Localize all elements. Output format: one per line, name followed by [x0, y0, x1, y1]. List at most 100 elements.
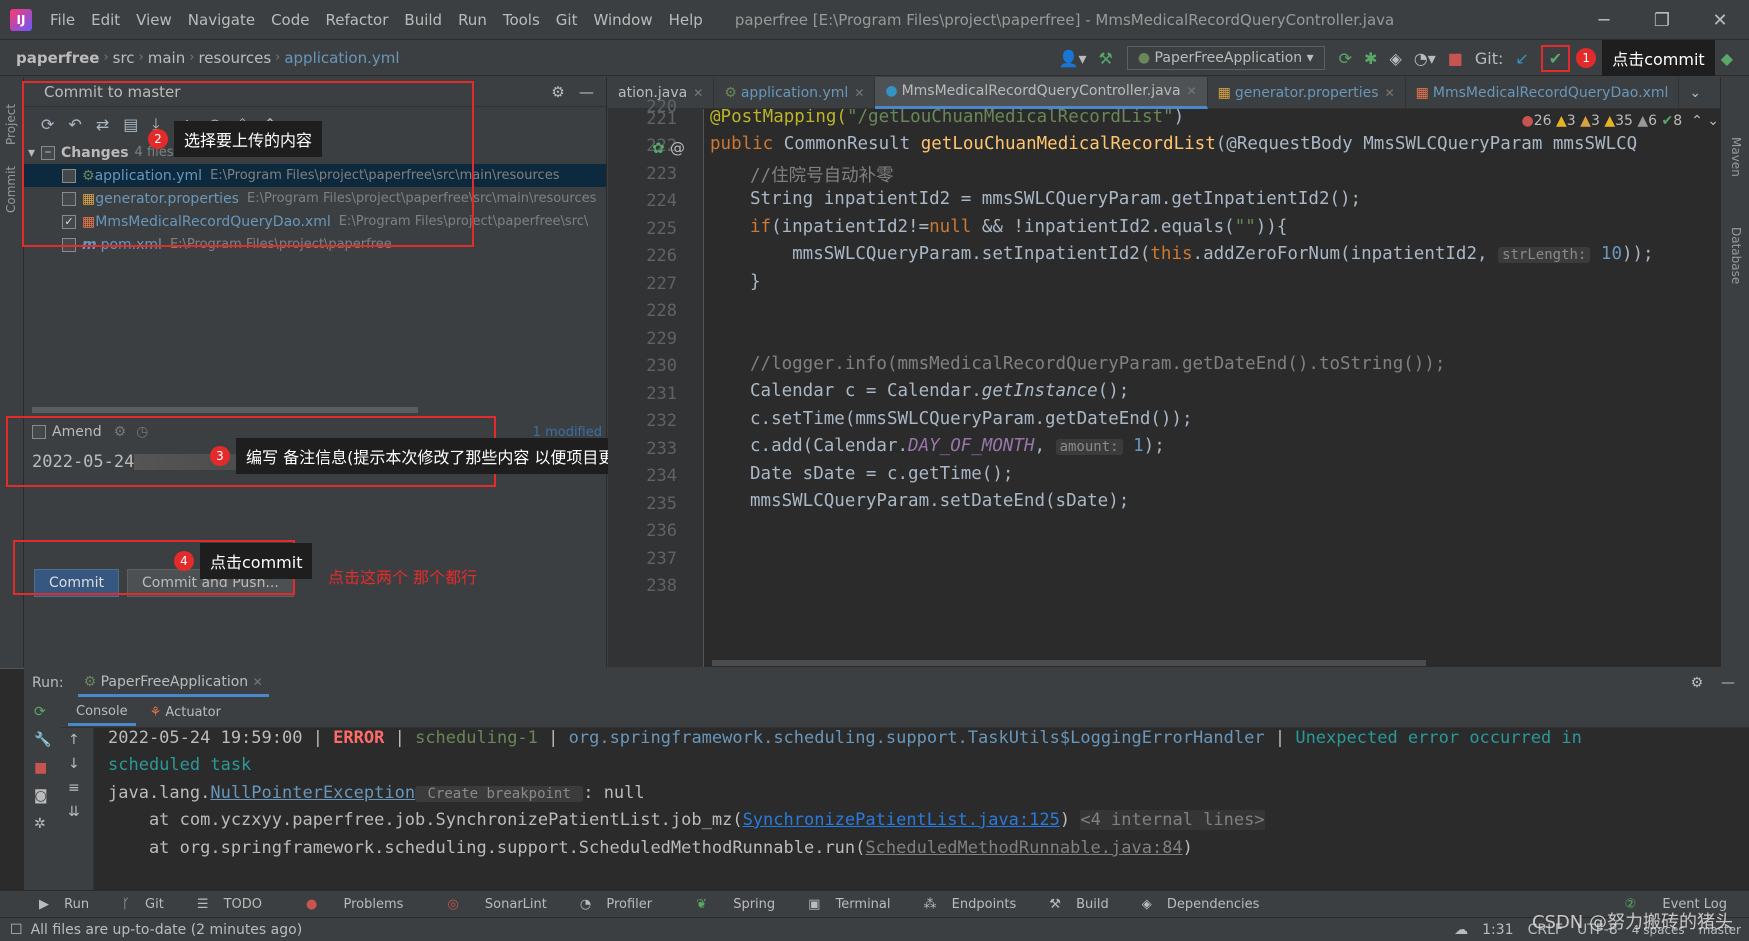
- menu-run[interactable]: Run: [450, 11, 495, 29]
- right-tool-strip: Maven Database: [1720, 77, 1749, 667]
- code-token: DAY_OF_MONTH: [908, 436, 1035, 456]
- breadcrumb-project[interactable]: paperfree: [12, 49, 103, 67]
- menu-view[interactable]: View: [128, 11, 180, 29]
- console-output[interactable]: 2022-05-24 19:59:00 | ERROR | scheduling…: [100, 728, 1715, 890]
- menu-code[interactable]: Code: [263, 11, 317, 29]
- menu-build[interactable]: Build: [396, 11, 450, 29]
- down-arrow-icon[interactable]: ↓: [60, 752, 93, 776]
- log-text: |: [1264, 728, 1296, 748]
- internal-lines-fold[interactable]: <4 internal lines>: [1080, 810, 1265, 830]
- maven-tool-label[interactable]: Maven: [1729, 137, 1743, 177]
- tool-run[interactable]: ▶ Run: [39, 897, 100, 912]
- line-number: 232: [646, 411, 677, 431]
- bug-icon[interactable]: ✲: [24, 810, 60, 838]
- database-tool-label[interactable]: Database: [1729, 227, 1743, 284]
- breadcrumb-file[interactable]: application.yml: [280, 49, 403, 67]
- tool-dependencies[interactable]: ◈ Dependencies: [1142, 897, 1271, 912]
- git-update-icon[interactable]: ↙: [1515, 49, 1528, 68]
- minimize-icon[interactable]: ─: [1575, 10, 1633, 31]
- tool-spring[interactable]: ❦ Spring: [685, 897, 786, 912]
- code-line: }: [750, 272, 761, 292]
- rerun-icon[interactable]: ⟳: [1339, 49, 1352, 68]
- tool-problems[interactable]: ● Problems: [295, 897, 414, 912]
- close-icon[interactable]: ✕: [1691, 10, 1749, 31]
- console-tab[interactable]: Console: [68, 700, 136, 726]
- tool-sonarlint[interactable]: ◎ SonarLint: [436, 897, 557, 912]
- breadcrumb-resources[interactable]: resources: [194, 49, 275, 67]
- run-label: Run:: [32, 675, 64, 691]
- endpoint-icon[interactable]: @: [670, 139, 685, 157]
- soft-wrap-icon[interactable]: ≡: [60, 776, 93, 800]
- code-line: c.setTime(mmsSWLCQueryParam.getDateEnd()…: [750, 409, 1193, 429]
- yaml-file-icon: ⚙: [724, 84, 737, 101]
- coverage-icon[interactable]: ◈: [1389, 49, 1401, 68]
- menu-tools[interactable]: Tools: [495, 11, 548, 29]
- tool-build[interactable]: ⚒ Build: [1049, 897, 1119, 912]
- breadcrumb-main[interactable]: main: [144, 49, 189, 67]
- tool-todo[interactable]: ☰ TODO: [197, 897, 273, 912]
- profile-icon[interactable]: ◔▾: [1414, 49, 1436, 68]
- breadcrumb-src[interactable]: src: [109, 49, 139, 67]
- tab-application-yml[interactable]: ⚙ application.yml ✕: [714, 76, 876, 109]
- inspections-widget[interactable]: ● 26 ▲ 3 ▲ 3 ▲ 35 ▲ 6 ✔ 8 ⌃ ⌄: [1522, 108, 1720, 134]
- menu-help[interactable]: Help: [661, 11, 711, 29]
- window-title: paperfree [E:\Program Files\project\pape…: [734, 10, 1395, 29]
- annotation-2-group: 2 选择要上传的内容: [148, 121, 323, 157]
- code-token: (@RequestBody MmsSWLCQueryParam mmsSWLCQ: [1215, 134, 1638, 154]
- tab-dao-xml[interactable]: ▦ MmsMedicalRecordQueryDao.xml: [1406, 76, 1680, 109]
- menu-navigate[interactable]: Navigate: [180, 11, 263, 29]
- user-icon[interactable]: 👤▾: [1059, 49, 1087, 68]
- gear-icon[interactable]: ⚙: [551, 83, 564, 101]
- scroll-to-end-icon[interactable]: ⇊: [60, 800, 93, 824]
- debug-icon[interactable]: ✱: [1364, 49, 1377, 68]
- exception-link[interactable]: NullPointerException: [210, 783, 415, 803]
- up-arrow-icon[interactable]: ↑: [60, 728, 93, 752]
- camera-icon[interactable]: ◙: [24, 782, 60, 810]
- annotation-number-2: 2: [148, 129, 168, 149]
- stacktrace-link[interactable]: ScheduledMethodRunnable.java:84: [865, 838, 1182, 858]
- tool-terminal[interactable]: ▣ Terminal: [808, 897, 901, 912]
- horizontal-scrollbar[interactable]: [32, 407, 418, 413]
- create-breakpoint-hint[interactable]: Create breakpoint: [415, 786, 584, 802]
- commit-tool-label[interactable]: Commit: [4, 166, 18, 213]
- hide-icon[interactable]: —: [579, 83, 594, 101]
- run-settings-gear-icon[interactable]: ⚙ —: [1691, 675, 1735, 691]
- code-editor[interactable]: @PostMapping("/getLouChuanMedicalRecordL…: [710, 109, 1710, 667]
- menu-refactor[interactable]: Refactor: [317, 11, 396, 29]
- code-token: 1: [1122, 436, 1144, 456]
- tool-git[interactable]: ᚴ Git: [122, 897, 175, 912]
- log-text: java.lang.: [108, 783, 211, 803]
- log-text: |: [384, 728, 416, 748]
- rerun-icon[interactable]: ⟳: [24, 698, 60, 726]
- tool-profiler[interactable]: ◔ Profiler: [580, 897, 663, 912]
- editor-horizontal-scrollbar[interactable]: [712, 660, 1426, 666]
- project-tool-label[interactable]: Project: [4, 104, 18, 145]
- tool-endpoints[interactable]: ⁂ Endpoints: [924, 897, 1028, 912]
- run-app-tab[interactable]: ⚙ PaperFreeApplication ✕: [77, 670, 269, 697]
- caret-position[interactable]: 1:31: [1482, 922, 1513, 938]
- menu-git[interactable]: Git: [548, 11, 586, 29]
- tabs-overflow-icon[interactable]: ⌄: [1689, 85, 1701, 101]
- run-config-select[interactable]: ● PaperFreeApplication ▾: [1126, 46, 1325, 70]
- run-panel-header: Run: ⚙ PaperFreeApplication ✕ ⚙ —: [24, 668, 1749, 698]
- wrench-icon[interactable]: 🔧: [24, 726, 60, 754]
- tab-controller[interactable]: ● MmsMedicalRecordQueryController.java ✕: [875, 76, 1208, 109]
- ide-features-icon[interactable]: ◆: [1721, 49, 1733, 68]
- menu-window[interactable]: Window: [585, 11, 660, 29]
- code-token: ,: [1034, 436, 1056, 456]
- cloud-icon[interactable]: ☁: [1454, 922, 1468, 938]
- spring-bean-icon[interactable]: ✿: [652, 139, 665, 157]
- actuator-tab[interactable]: ⚘ Actuator: [142, 701, 229, 724]
- run-subtabs: Console ⚘ Actuator: [60, 698, 1749, 728]
- tab-generator-properties[interactable]: ▦ generator.properties ✕: [1208, 76, 1406, 109]
- code-token: Calendar c = Calendar.: [750, 381, 982, 401]
- build-hammer-icon[interactable]: ⚒: [1099, 49, 1113, 68]
- restore-icon[interactable]: ❐: [1633, 10, 1691, 31]
- log-text: ): [1059, 810, 1081, 830]
- stacktrace-link[interactable]: SynchronizePatientList.java:125: [743, 810, 1060, 830]
- stop-icon[interactable]: ■: [24, 754, 60, 782]
- git-commit-check-icon[interactable]: ✔: [1540, 44, 1571, 72]
- menu-edit[interactable]: Edit: [83, 11, 128, 29]
- stop-icon[interactable]: ■: [1448, 49, 1463, 68]
- menu-file[interactable]: File: [42, 11, 83, 29]
